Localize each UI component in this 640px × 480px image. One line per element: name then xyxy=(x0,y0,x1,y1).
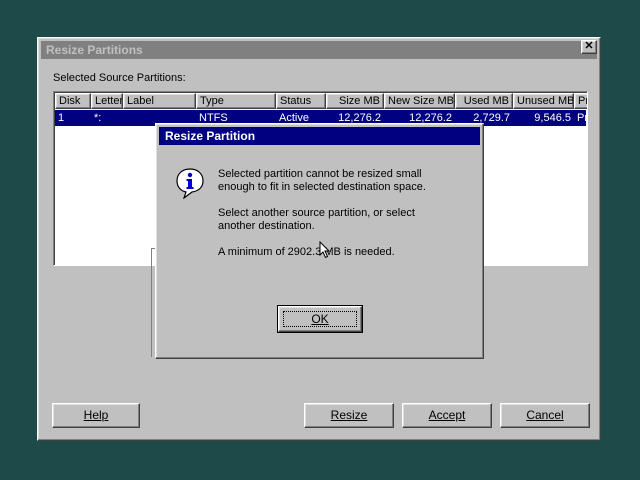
cancel-button-label: Cancel xyxy=(526,408,564,422)
cancel-button[interactable]: Cancel xyxy=(500,403,590,428)
window-title: Resize Partitions xyxy=(46,43,143,57)
resize-button[interactable]: Resize xyxy=(304,403,394,428)
message-line-1a: Selected partition cannot be resized sma… xyxy=(218,168,422,180)
close-icon[interactable]: ✕ xyxy=(581,40,597,54)
column-header-type[interactable]: Type xyxy=(196,93,276,109)
column-header-label[interactable]: Label xyxy=(123,93,196,109)
info-icon xyxy=(176,168,204,199)
resize-button-label: Resize xyxy=(330,408,368,422)
cell-letter: *: xyxy=(94,112,102,124)
column-header-letter[interactable]: Letter xyxy=(91,93,123,109)
help-button-label: Help xyxy=(83,408,109,422)
column-header-disk[interactable]: Disk xyxy=(55,93,91,109)
ok-button[interactable]: OK xyxy=(277,305,363,333)
message-line-2a: Select another source partition, or sele… xyxy=(218,207,415,219)
dialog-title: Resize Partition xyxy=(165,129,256,143)
cell-unused: 9,546.5 xyxy=(534,112,571,124)
column-header-status[interactable]: Status xyxy=(276,93,326,109)
message-line-2b: another destination. xyxy=(218,220,315,232)
source-partitions-label: Selected Source Partitions: xyxy=(53,72,186,84)
ok-button-label: OK xyxy=(283,311,357,327)
mouse-cursor-icon xyxy=(319,241,331,259)
column-header-pr[interactable]: Pr xyxy=(574,93,587,109)
window-title-bar: Resize Partitions xyxy=(41,41,597,59)
help-button[interactable]: Help xyxy=(52,403,140,428)
message-line-1b: enough to fit in selected destination sp… xyxy=(218,181,426,193)
cell-pr: Pr xyxy=(577,112,588,124)
accept-button-label: Accept xyxy=(428,408,466,422)
accept-button[interactable]: Accept xyxy=(402,403,492,428)
column-header-new-size[interactable]: New Size MB xyxy=(384,93,455,109)
column-header-used[interactable]: Used MB xyxy=(455,93,513,109)
column-header-unused[interactable]: Unused MB xyxy=(513,93,574,109)
dialog-title-bar: Resize Partition xyxy=(159,127,480,145)
cell-disk: 1 xyxy=(58,112,65,124)
column-header-size[interactable]: Size MB xyxy=(326,93,384,109)
message-line-3: A minimum of 2902.3 MB is needed. xyxy=(218,246,395,258)
